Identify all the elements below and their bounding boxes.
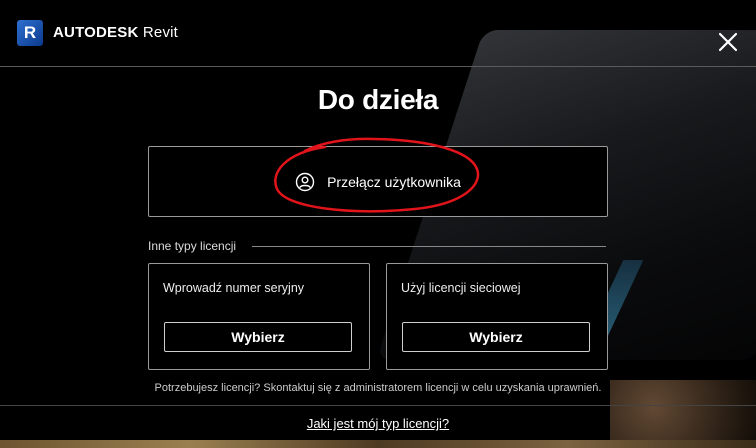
switch-user-button[interactable]: Przełącz użytkownika bbox=[148, 146, 608, 217]
footer-divider bbox=[0, 405, 756, 406]
serial-number-select-button[interactable]: Wybierz bbox=[164, 322, 352, 352]
dialog-header: R AUTODESK Revit bbox=[0, 0, 756, 67]
serial-number-card-title: Wprowadź numer seryjny bbox=[163, 281, 305, 295]
network-license-select-button[interactable]: Wybierz bbox=[402, 322, 590, 352]
background-bottom-strip bbox=[0, 440, 756, 448]
close-button[interactable] bbox=[716, 30, 740, 54]
logo-letter: R bbox=[23, 23, 37, 42]
serial-number-card: Wprowadź numer seryjny Wybierz bbox=[148, 263, 370, 370]
license-help-note: Potrzebujesz licencji? Skontaktuj się z … bbox=[154, 382, 602, 394]
section-divider bbox=[252, 246, 606, 247]
page-title: Do dzieła bbox=[317, 84, 439, 115]
network-license-card-title: Użyj licencji sieciowej bbox=[401, 281, 521, 295]
license-type-link[interactable]: Jaki jest mój typ licencji? bbox=[0, 416, 756, 431]
revit-logo-icon: R bbox=[17, 20, 43, 46]
network-license-card: Użyj licencji sieciowej Wybierz bbox=[386, 263, 608, 370]
switch-user-label: Przełącz użytkownika bbox=[327, 173, 461, 190]
app-brand: AUTODESK Revit bbox=[53, 24, 178, 41]
other-license-types-label: Inne typy licencji bbox=[148, 239, 237, 253]
brand-product: Revit bbox=[142, 24, 179, 41]
close-icon bbox=[718, 32, 738, 52]
user-circle-icon bbox=[295, 172, 315, 191]
brand-company: AUTODESK bbox=[53, 24, 139, 41]
